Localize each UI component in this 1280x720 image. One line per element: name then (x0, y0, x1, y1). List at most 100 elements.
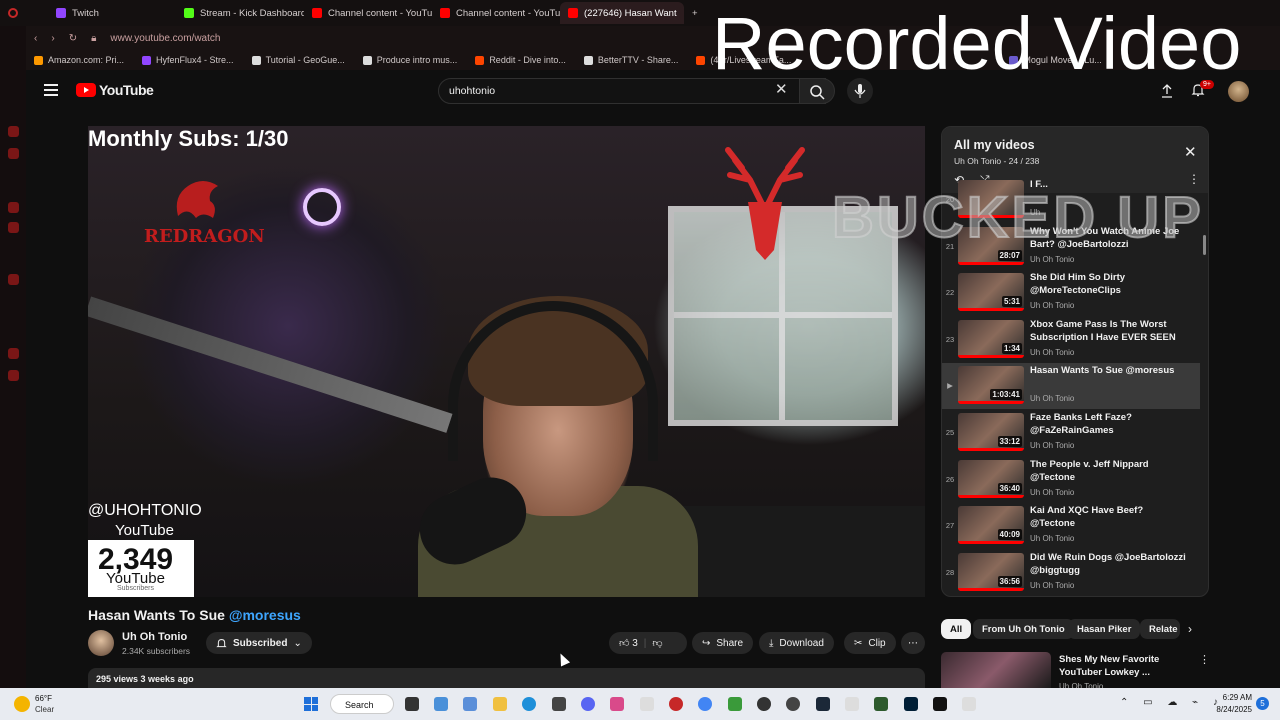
url-field[interactable]: www.youtube.com/watch (110, 33, 220, 44)
chip-related[interactable]: Relate (1140, 619, 1180, 639)
share-button[interactable]: ↪ Share (692, 632, 754, 654)
upload-icon[interactable] (1161, 84, 1173, 98)
obs-icon[interactable] (757, 697, 771, 711)
sidebar-app-icon[interactable] (8, 126, 19, 137)
playlist-item-thumbnail[interactable]: 40:09 (958, 506, 1024, 545)
description-box[interactable]: 295 views 3 weeks ago (88, 668, 925, 688)
clock-date[interactable]: 8/24/2025 (1206, 705, 1252, 714)
bookmark-item[interactable]: Amazon.com: Pri... (34, 55, 124, 65)
sidebar-app-icon[interactable] (8, 148, 19, 159)
taskbar-search[interactable]: Search (330, 694, 394, 714)
reload-icon[interactable]: ↻ (69, 33, 77, 44)
discord-icon[interactable] (581, 697, 595, 711)
xbox-icon[interactable] (728, 697, 742, 711)
widgets-icon[interactable] (434, 697, 448, 711)
chip-all[interactable]: All (941, 619, 972, 639)
menu-icon[interactable] (44, 84, 58, 96)
new-tab-button[interactable]: + (684, 2, 704, 24)
app-icon[interactable] (552, 697, 566, 711)
recommendation-title[interactable]: Shes My New Favorite YouTuber Lowkey ... (1059, 653, 1199, 679)
playlist-item-title[interactable]: Kai And XQC Have Beef? @Tectone (1030, 504, 1190, 530)
sidebar-app-icon[interactable] (8, 348, 19, 359)
bookmark-item[interactable]: Tutorial - GeoGue... (251, 55, 345, 65)
recommendation-thumbnail[interactable] (941, 652, 1051, 688)
playlist-item[interactable]: 22 5:31 She Did Him So Dirty @MoreTectoneC… (942, 270, 1200, 316)
bookmark-item[interactable]: Produce intro mus... (362, 55, 457, 65)
app-icon[interactable] (786, 697, 800, 711)
bookmark-item[interactable]: HyfenFlux4 - Stre... (142, 55, 234, 65)
terminal-icon[interactable] (874, 697, 888, 711)
playlist-item-thumbnail[interactable]: 33:12 (958, 413, 1024, 451)
bookmark-item[interactable]: Reddit - Dive into... (475, 55, 566, 65)
weather-icon[interactable] (14, 696, 30, 712)
video-player[interactable]: REDRAGON Monthly Subs: 1/30 @UHOHTONIO Y… (88, 126, 925, 597)
chevron-right-icon[interactable]: › (1188, 622, 1192, 636)
file-icon[interactable] (962, 697, 976, 711)
file-explorer-icon[interactable] (493, 697, 507, 711)
playlist-item[interactable]: 23 1:34 Xbox Game Pass Is The Worst Subscr… (942, 317, 1200, 363)
back-icon[interactable]: ‹ (34, 33, 37, 44)
playlist-item[interactable]: ▶ 1:03:41 Hasan Wants To Sue @moresus Uh Oh… (942, 363, 1200, 410)
playlist-item-thumbnail[interactable]: 1:34 (958, 319, 1024, 358)
channel-avatar[interactable] (88, 630, 114, 656)
close-icon[interactable]: ✕ (1184, 143, 1197, 161)
windows-start-icon[interactable] (304, 697, 318, 711)
steam-icon[interactable] (816, 697, 830, 711)
playlist-item-title[interactable]: Did We Ruin Dogs @JoeBartolozzi @biggtug… (1030, 551, 1190, 577)
more-actions-button[interactable]: ⋯ (901, 632, 925, 654)
mention-link[interactable]: @moresus (229, 607, 301, 623)
playlist-item-title[interactable]: The People v. Jeff Nippard @Tectone (1030, 458, 1190, 484)
opera-icon[interactable] (669, 697, 683, 711)
task-view-icon[interactable] (405, 697, 419, 711)
sidebar-app-icon[interactable] (8, 222, 19, 233)
thumbs-down-icon: 👎︎ (652, 638, 663, 649)
tab-kick[interactable]: Stream - Kick Dashboard (176, 2, 304, 24)
playlist-item[interactable]: 25 33:12 Faze Banks Left Faze? @FaZeRainGa… (942, 410, 1200, 456)
more-vertical-icon[interactable]: ⋮ (1199, 653, 1210, 666)
playlist-title[interactable]: All my videos (954, 138, 1035, 152)
sidebar-app-icon[interactable] (8, 202, 19, 213)
opera-menu-icon[interactable] (0, 2, 26, 24)
tab-twitch[interactable]: Twitch (48, 2, 176, 24)
dislike-button[interactable]: 👎︎ (652, 637, 662, 649)
sidebar-app-icon[interactable] (8, 370, 19, 381)
tab-youtube-studio-1[interactable]: Channel content - YouTu (304, 2, 432, 24)
photoshop-icon[interactable] (904, 697, 918, 711)
like-button[interactable]: 👍︎ 3 (619, 637, 638, 649)
subscribed-button[interactable]: Subscribed ⌄ (206, 632, 312, 654)
playlist-item[interactable]: 27 40:09 Kai And XQC Have Beef? @Tectone Uh… (942, 503, 1200, 549)
chrome-icon[interactable] (698, 697, 712, 711)
file-icon[interactable] (845, 697, 859, 711)
file-icon[interactable] (640, 697, 654, 711)
playlist-item-title[interactable]: She Did Him So Dirty @MoreTectoneClips (1030, 271, 1190, 297)
youtube-logo[interactable]: YouTube (76, 82, 154, 98)
download-button[interactable]: ⤓ Download (759, 632, 834, 654)
notification-count[interactable]: 5 (1256, 697, 1269, 710)
playlist-item-thumbnail[interactable]: 1:03:41 (958, 366, 1024, 405)
channel-name[interactable]: Uh Oh Tonio (122, 631, 187, 643)
playlist-item-title[interactable]: Faze Banks Left Faze? @FaZeRainGames (1030, 411, 1190, 437)
playlist-item-index: 23 (945, 334, 955, 344)
sidebar-app-icon[interactable] (8, 274, 19, 285)
tab-youtube-studio-2[interactable]: Channel content - YouTu (432, 2, 560, 24)
app-icon[interactable] (610, 697, 624, 711)
edge-icon[interactable] (522, 697, 536, 711)
chip-hasan-piker[interactable]: Hasan Piker (1068, 619, 1141, 639)
tab-current-video[interactable]: (227646) Hasan Want (560, 2, 684, 24)
playlist-item-thumbnail[interactable]: 5:31 (958, 273, 1024, 312)
photos-icon[interactable] (463, 697, 477, 711)
playlist-item-title[interactable]: Hasan Wants To Sue @moresus (1030, 364, 1190, 377)
clock-time[interactable]: 6:29 AM (1218, 693, 1252, 702)
tiktok-icon[interactable] (933, 697, 947, 711)
forward-icon[interactable]: › (51, 33, 54, 44)
chip-from-channel[interactable]: From Uh Oh Tonio (973, 619, 1074, 639)
clip-button[interactable]: ✂ Clip (844, 632, 896, 654)
playlist-item[interactable]: 26 36:40 The People v. Jeff Nippard @Tecto… (942, 457, 1200, 503)
tab-manager-icon[interactable] (26, 2, 48, 24)
playlist-item[interactable]: 28 36:56 Did We Ruin Dogs @JoeBartolozzi @… (942, 550, 1200, 596)
amazon-icon (34, 55, 43, 65)
playlist-item-title[interactable]: Xbox Game Pass Is The Worst Subscription… (1030, 318, 1190, 344)
bookmark-item[interactable]: BetterTTV - Share... (583, 55, 678, 65)
playlist-item-thumbnail[interactable]: 36:40 (958, 459, 1024, 498)
playlist-item-thumbnail[interactable]: 36:56 (958, 552, 1024, 591)
